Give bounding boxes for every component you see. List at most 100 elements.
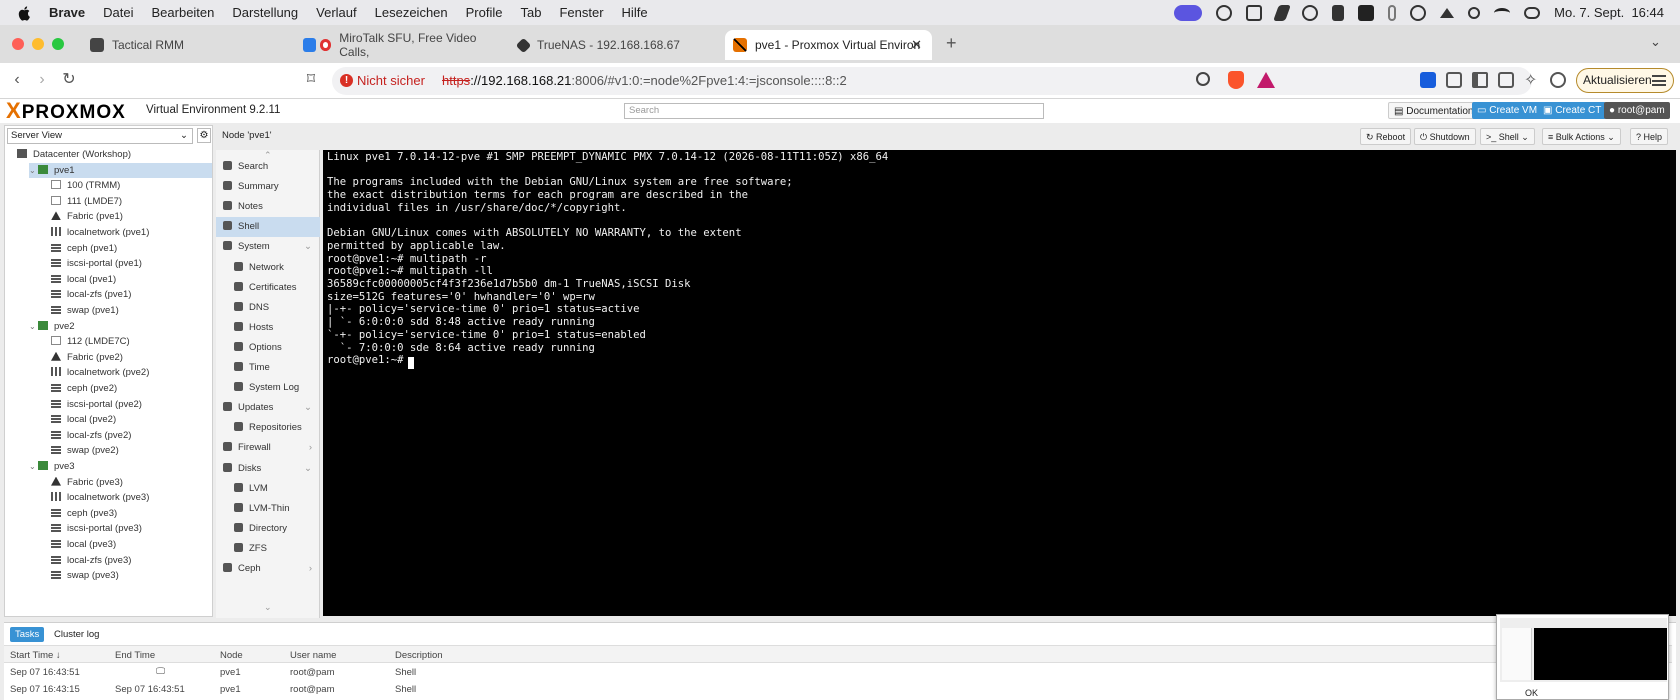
table-row[interactable]: Sep 07 16:43:51 🖵 pve1 root@pam Shell — [4, 665, 1672, 681]
bottle-icon[interactable] — [1332, 4, 1345, 21]
brave-rewards-icon[interactable] — [1257, 72, 1275, 88]
nav-zfs[interactable]: ZFS — [216, 539, 320, 559]
bitwarden-icon[interactable] — [1420, 72, 1436, 88]
tree-item-pve3[interactable]: ⌄ pve3 — [29, 459, 75, 474]
url-text[interactable]: https://192.168.168.21:8006/#v1:0:=node%… — [442, 73, 847, 88]
apple-icon[interactable] — [17, 5, 33, 21]
eject-icon[interactable] — [1440, 7, 1455, 18]
menubar-clock[interactable]: Mo. 7. Sept. 16:44 — [1554, 5, 1664, 20]
menu-hilfe[interactable]: Hilfe — [622, 5, 648, 20]
nav-search[interactable]: Search — [216, 157, 320, 177]
menubar-app-name[interactable]: Brave — [49, 5, 85, 20]
chain-icon[interactable] — [1388, 4, 1397, 21]
forward-icon[interactable]: › — [33, 71, 51, 89]
view-selector[interactable]: Server View ⌄ — [7, 128, 193, 144]
browser-tab-proxmox[interactable]: pve1 - Proxmox Virtual Environ ✕ — [725, 30, 932, 60]
leo-ai-icon[interactable]: ✧ — [1524, 70, 1537, 90]
nav-dns[interactable]: DNS — [216, 298, 320, 318]
tree-item-pve2[interactable]: ⌄ pve2 — [29, 319, 75, 334]
accessibility-icon[interactable] — [1246, 4, 1263, 21]
window-zoom-button[interactable] — [52, 38, 64, 50]
menu-profile[interactable]: Profile — [466, 5, 503, 20]
nav-hosts[interactable]: Hosts — [216, 318, 320, 338]
col-end-time[interactable]: End Time — [115, 650, 155, 661]
tree-expander-icon[interactable]: ⌄ — [29, 462, 38, 471]
wallet-icon[interactable] — [1498, 72, 1514, 88]
col-start-time[interactable]: Start Time ↓ — [10, 650, 61, 661]
screenshot-thumbnail[interactable]: OK — [1496, 614, 1669, 700]
menu-bearbeiten[interactable]: Bearbeiten — [152, 5, 215, 20]
tree-expander-icon[interactable]: ⌄ — [29, 322, 38, 331]
update-button[interactable]: Aktualisieren — [1576, 68, 1674, 93]
chevron-down-icon[interactable]: ⌄ — [304, 459, 312, 479]
tab-list-chevron-icon[interactable]: ⌄ — [1650, 34, 1661, 50]
tree-item-pve1[interactable]: ⌄ pve1 — [29, 162, 212, 178]
nav-lvm[interactable]: LVM — [216, 479, 320, 499]
zoom-out-icon[interactable] — [1196, 72, 1210, 86]
creative-cloud-icon[interactable] — [1216, 4, 1233, 21]
tree-item-112-lmde7c[interactable]: 112 (LMDE7C) — [51, 334, 130, 349]
nav-summary[interactable]: Summary — [216, 177, 320, 197]
shell-dropdown-button[interactable]: >_ Shell ⌄ — [1480, 128, 1535, 145]
nav-disks[interactable]: Disks ⌄ — [216, 459, 320, 479]
menu-lesezeichen[interactable]: Lesezeichen — [375, 5, 448, 20]
menu-verlauf[interactable]: Verlauf — [316, 5, 356, 20]
nav-firewall[interactable]: Firewall › — [216, 438, 320, 458]
gear-icon[interactable]: ⚙ — [197, 128, 211, 143]
documentation-button[interactable]: ▤ Documentation — [1388, 102, 1480, 119]
menu-fenster[interactable]: Fenster — [559, 5, 603, 20]
menu-datei[interactable]: Datei — [103, 5, 133, 20]
tree-item-ceph-pve2[interactable]: ceph (pve2) — [51, 381, 117, 396]
tree-item-local-zfs-pve2[interactable]: local-zfs (pve2) — [51, 428, 131, 443]
tree-item-localnetwork-pve1[interactable]: localnetwork (pve1) — [51, 225, 149, 240]
search-input[interactable]: Search — [624, 103, 1044, 119]
screen-share-icon[interactable] — [1174, 4, 1203, 21]
proxmox-logo[interactable]: XPROXMOX — [6, 100, 126, 124]
wifi-icon[interactable] — [1494, 7, 1511, 18]
time-machine-icon[interactable] — [1410, 4, 1427, 21]
tree-item-local-zfs-pve1[interactable]: local-zfs (pve1) — [51, 287, 131, 302]
window-close-button[interactable] — [12, 38, 24, 50]
brush-icon[interactable] — [1273, 4, 1292, 21]
nav-options[interactable]: Options — [216, 338, 320, 358]
help-button[interactable]: ? Help — [1630, 128, 1669, 145]
control-center-icon[interactable] — [1524, 6, 1541, 19]
bulk-actions-button[interactable]: ≡ Bulk Actions ⌄ — [1542, 128, 1621, 145]
nav-shell[interactable]: Shell — [216, 217, 320, 238]
nav-ceph[interactable]: Ceph › — [216, 559, 320, 579]
shutdown-button[interactable]: ⏻ Shutdown — [1414, 128, 1476, 145]
reboot-button[interactable]: ↻ Reboot — [1360, 128, 1412, 145]
tab-close-icon[interactable]: ✕ — [911, 37, 922, 53]
chevron-down-icon[interactable]: ⌄ — [304, 398, 312, 418]
tree-item-fabric-pve3[interactable]: Fabric (pve3) — [51, 475, 123, 490]
table-row[interactable]: Sep 07 16:43:15 Sep 07 16:43:51 pve1 roo… — [4, 682, 1672, 698]
ok-label[interactable]: OK — [1525, 688, 1538, 698]
nav-system-log[interactable]: System Log — [216, 378, 320, 398]
info-icon[interactable] — [1302, 4, 1319, 21]
new-tab-button[interactable]: + — [946, 33, 957, 54]
nav-certificates[interactable]: Certificates — [216, 278, 320, 298]
col-user-name[interactable]: User name — [290, 650, 336, 661]
tree-item-fabric-pve1[interactable]: Fabric (pve1) — [51, 209, 123, 224]
tree-item-iscsi-portal-pve3[interactable]: iscsi-portal (pve3) — [51, 521, 142, 536]
tree-item-local-zfs-pve3[interactable]: local-zfs (pve3) — [51, 553, 131, 568]
browser-tab-truenas[interactable]: TrueNAS - 192.168.168.67 — [510, 30, 710, 60]
vpn-icon[interactable] — [1550, 72, 1566, 88]
tree-item-local-pve2[interactable]: local (pve2) — [51, 412, 116, 427]
nav-directory[interactable]: Directory — [216, 519, 320, 539]
nav-time[interactable]: Time — [216, 358, 320, 378]
tree-item-localnetwork-pve3[interactable]: localnetwork (pve3) — [51, 490, 149, 505]
tab-tasks[interactable]: Tasks — [10, 627, 45, 642]
reload-icon[interactable]: ↻ — [60, 71, 78, 89]
nav-updates[interactable]: Updates ⌄ — [216, 398, 320, 418]
scroll-down-icon[interactable]: ⌄ — [264, 602, 272, 613]
menu-tab[interactable]: Tab — [521, 5, 542, 20]
tree-item-ceph-pve1[interactable]: ceph (pve1) — [51, 241, 117, 256]
tree-item-100-trmm[interactable]: 100 (TRMM) — [51, 178, 120, 193]
chevron-right-icon[interactable]: › — [309, 438, 312, 458]
tree-item-fabric-pve2[interactable]: Fabric (pve2) — [51, 350, 123, 365]
nav-repositories[interactable]: Repositories — [216, 418, 320, 438]
browser-tab-mirotalk[interactable]: MiroTalk SFU, Free Video Calls, — [295, 30, 495, 60]
tree-item-localnetwork-pve2[interactable]: localnetwork (pve2) — [51, 365, 149, 380]
sidebar-icon[interactable] — [1472, 72, 1488, 88]
